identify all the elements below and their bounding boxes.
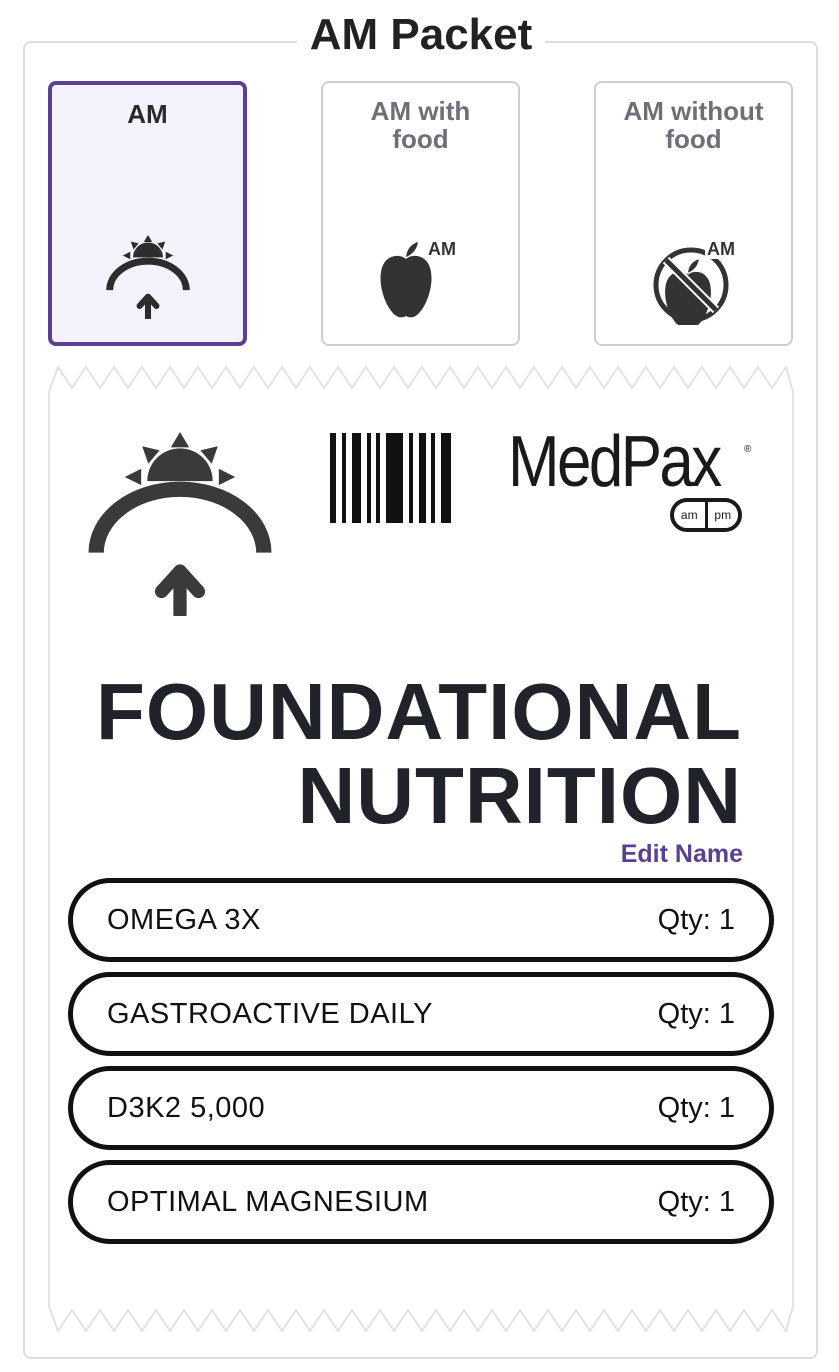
supplement-list: OMEGA 3X Qty: 1 GASTROACTIVE DAILY Qty: … bbox=[68, 878, 774, 1254]
packet-name-line: FOUNDATIONAL bbox=[96, 667, 742, 756]
option-label: AM without food bbox=[596, 97, 791, 153]
pill-am-label: am bbox=[674, 502, 708, 528]
option-am-without-food[interactable]: AM without food AM bbox=[594, 81, 793, 346]
supplement-qty: Qty: 1 bbox=[657, 1092, 735, 1124]
sunrise-icon bbox=[88, 432, 272, 621]
brand-registered-mark: ® bbox=[744, 444, 752, 455]
supplement-name: GASTROACTIVE DAILY bbox=[107, 998, 433, 1030]
am-badge: AM bbox=[707, 239, 735, 259]
supplement-name: OPTIMAL MAGNESIUM bbox=[107, 1186, 429, 1218]
option-label-line: food bbox=[392, 124, 449, 154]
pill-icon: am pm bbox=[670, 498, 742, 532]
sunrise-icon bbox=[105, 235, 190, 324]
packet-name: FOUNDATIONAL NUTRITION bbox=[96, 670, 742, 838]
edit-name-link[interactable]: Edit Name bbox=[621, 838, 743, 870]
supplement-row: D3K2 5,000 Qty: 1 bbox=[68, 1066, 774, 1150]
option-label-line: food bbox=[665, 124, 722, 154]
pill-pm-label: pm bbox=[714, 508, 732, 522]
option-label-line: AM with bbox=[370, 96, 471, 126]
option-am-with-food[interactable]: AM with food AM bbox=[321, 81, 520, 346]
supplement-row: OPTIMAL MAGNESIUM Qty: 1 bbox=[68, 1160, 774, 1244]
option-label: AM with food bbox=[323, 97, 518, 153]
supplement-row: OMEGA 3X Qty: 1 bbox=[68, 878, 774, 962]
no-apple-am-icon: AM bbox=[649, 235, 739, 330]
supplement-row: GASTROACTIVE DAILY Qty: 1 bbox=[68, 972, 774, 1056]
option-label: AM bbox=[52, 100, 243, 128]
option-am[interactable]: AM bbox=[48, 81, 247, 346]
option-label-line: AM without bbox=[623, 96, 764, 126]
packet-name-line: NUTRITION bbox=[297, 751, 742, 840]
supplement-qty: Qty: 1 bbox=[657, 1186, 735, 1218]
page-title: AM Packet bbox=[297, 8, 545, 64]
supplement-name: OMEGA 3X bbox=[107, 904, 261, 936]
supplement-name: D3K2 5,000 bbox=[107, 1092, 266, 1124]
supplement-qty: Qty: 1 bbox=[657, 904, 735, 936]
apple-am-icon: AM bbox=[376, 235, 466, 330]
barcode-icon bbox=[330, 433, 454, 528]
am-badge: AM bbox=[428, 239, 456, 259]
brand-name: MedPax bbox=[508, 422, 722, 502]
brand-logo: MedPax ® am pm bbox=[508, 422, 753, 534]
option-label-line: AM bbox=[127, 99, 168, 129]
supplement-qty: Qty: 1 bbox=[657, 998, 735, 1030]
